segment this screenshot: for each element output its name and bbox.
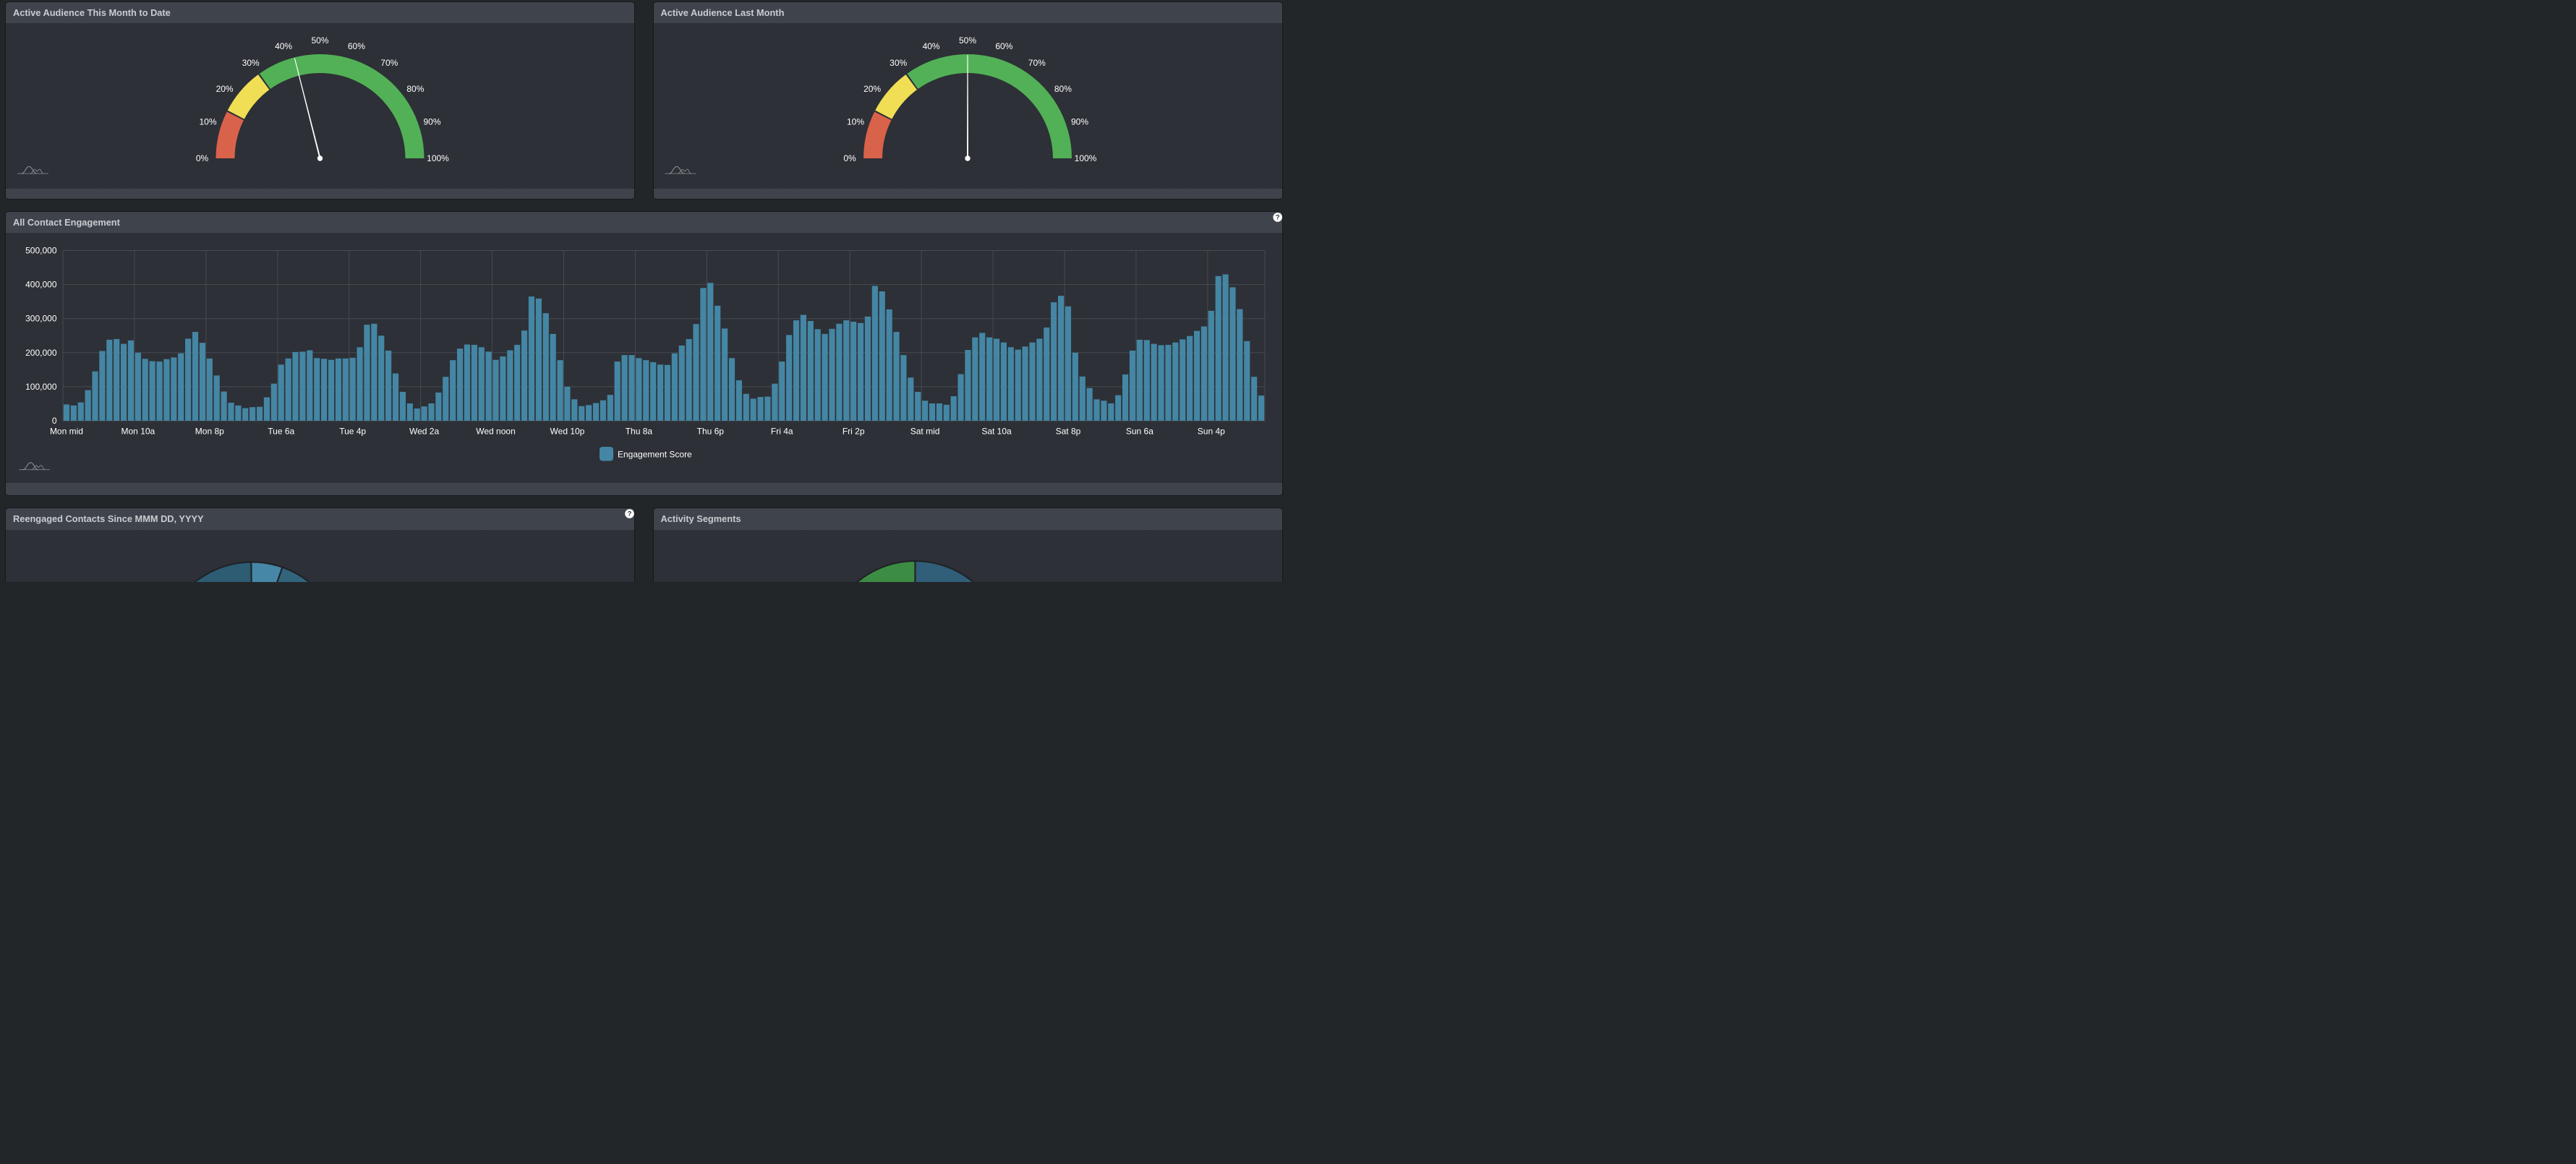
svg-text:100,000: 100,000 bbox=[25, 382, 57, 392]
svg-text:50%: 50% bbox=[311, 35, 328, 46]
svg-text:400,000: 400,000 bbox=[25, 280, 57, 290]
svg-text:Wed 2a: Wed 2a bbox=[409, 427, 439, 437]
svg-text:0: 0 bbox=[52, 416, 57, 426]
svg-text:Thu 6p: Thu 6p bbox=[697, 427, 725, 437]
svg-text:Mon 8p: Mon 8p bbox=[195, 427, 224, 437]
svg-text:20%: 20% bbox=[863, 84, 881, 94]
svg-text:Sat 8p: Sat 8p bbox=[1056, 427, 1081, 437]
svg-text:90%: 90% bbox=[1071, 117, 1088, 127]
svg-text:40%: 40% bbox=[275, 41, 292, 51]
svg-text:50%: 50% bbox=[959, 35, 976, 46]
svg-text:70%: 70% bbox=[1028, 58, 1046, 68]
svg-text:Sat mid: Sat mid bbox=[910, 427, 940, 437]
svg-text:60%: 60% bbox=[995, 41, 1012, 51]
svg-text:Tue 4p: Tue 4p bbox=[339, 427, 366, 437]
svg-text:10%: 10% bbox=[199, 117, 216, 127]
svg-text:Tue 6a: Tue 6a bbox=[268, 427, 294, 437]
svg-text:Mon mid: Mon mid bbox=[50, 427, 83, 437]
svg-text:0%: 0% bbox=[196, 153, 209, 163]
svg-text:?: ? bbox=[1276, 214, 1280, 222]
svg-text:Sun 6a: Sun 6a bbox=[1126, 427, 1153, 437]
svg-text:200,000: 200,000 bbox=[25, 348, 57, 358]
svg-text:500,000: 500,000 bbox=[25, 246, 57, 256]
svg-text:Fri 4a: Fri 4a bbox=[771, 427, 793, 437]
svg-text:Mon 10a: Mon 10a bbox=[121, 427, 155, 437]
svg-text:0%: 0% bbox=[843, 153, 856, 163]
svg-text:20%: 20% bbox=[216, 84, 234, 94]
svg-text:Sun 4p: Sun 4p bbox=[1198, 427, 1225, 437]
svg-text:30%: 30% bbox=[890, 58, 907, 68]
svg-text:Wed 10p: Wed 10p bbox=[550, 427, 585, 437]
svg-text:80%: 80% bbox=[1054, 84, 1072, 94]
svg-text:10%: 10% bbox=[847, 117, 864, 127]
svg-text:?: ? bbox=[628, 510, 632, 518]
svg-text:300,000: 300,000 bbox=[25, 314, 57, 324]
svg-text:80%: 80% bbox=[406, 84, 424, 94]
svg-text:Wed noon: Wed noon bbox=[476, 427, 516, 437]
svg-text:30%: 30% bbox=[242, 58, 260, 68]
svg-text:60%: 60% bbox=[348, 41, 365, 51]
svg-text:100%: 100% bbox=[1075, 153, 1097, 163]
svg-text:Fri 2p: Fri 2p bbox=[843, 427, 865, 437]
svg-text:90%: 90% bbox=[423, 117, 440, 127]
svg-text:100%: 100% bbox=[427, 153, 449, 163]
svg-text:70%: 70% bbox=[380, 58, 398, 68]
svg-text:Sat 10a: Sat 10a bbox=[981, 427, 1012, 437]
svg-text:Thu 8a: Thu 8a bbox=[626, 427, 653, 437]
svg-text:40%: 40% bbox=[923, 41, 940, 51]
svg-text:Engagement Score: Engagement Score bbox=[618, 449, 692, 459]
